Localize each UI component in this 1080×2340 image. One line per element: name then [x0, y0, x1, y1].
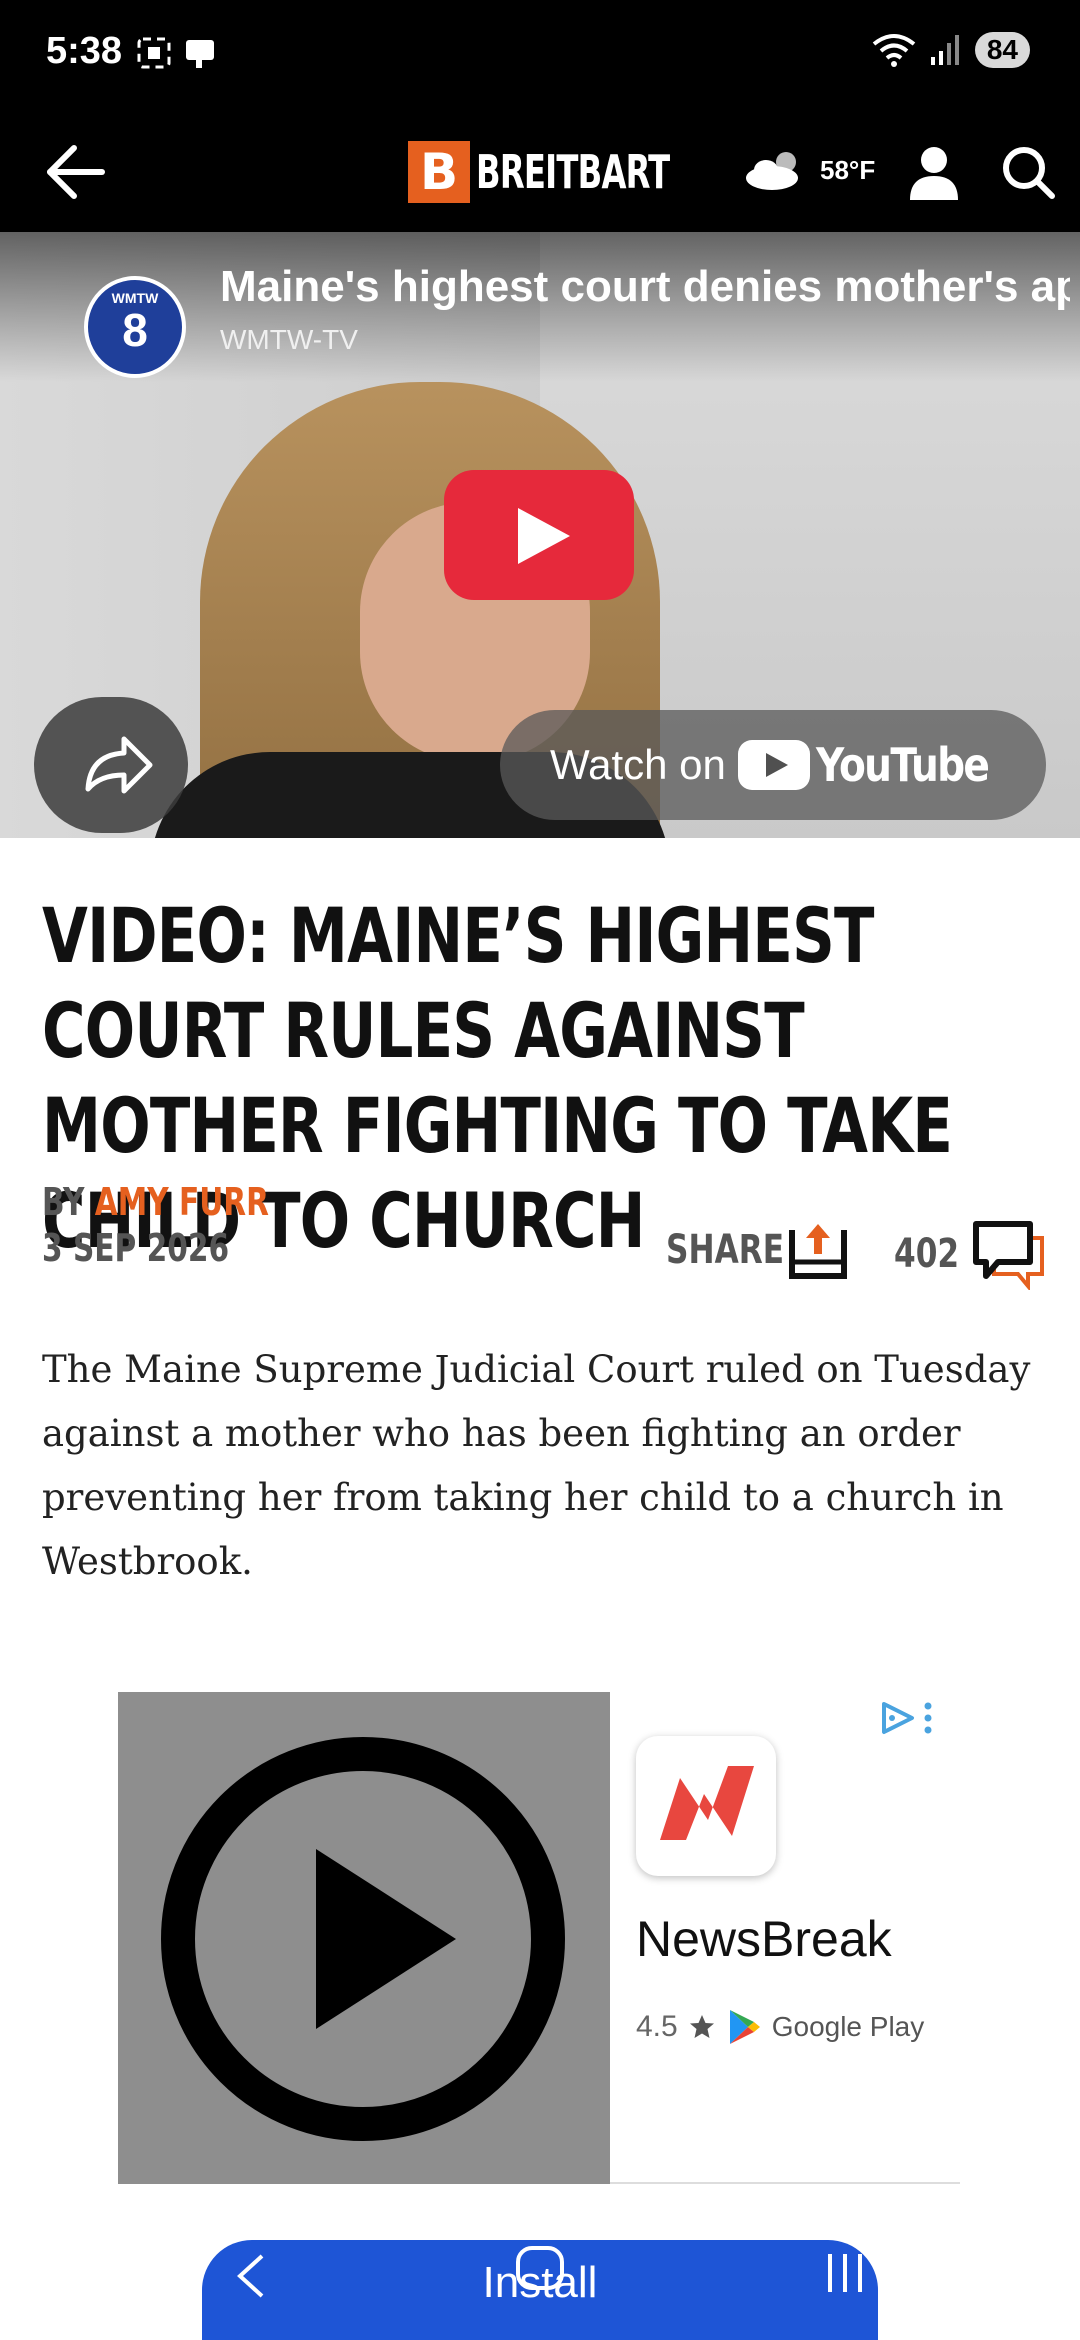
ad-app-name[interactable]: NewsBreak	[636, 1910, 892, 1968]
adchoices-icon[interactable]	[878, 1698, 938, 1738]
star-icon	[689, 2015, 714, 2038]
weather-temperature: 58°F	[820, 154, 876, 185]
account-icon[interactable]	[906, 142, 962, 202]
screenshot-icon	[137, 37, 171, 69]
comment-bubble-icon	[973, 1221, 1044, 1290]
nav-home-icon[interactable]	[512, 2242, 568, 2294]
comment-count: 402	[894, 1231, 960, 1277]
ad-video-thumbnail[interactable]	[118, 1692, 610, 2184]
comments-button[interactable]: 402	[894, 1218, 1046, 1290]
youtube-play-icon	[737, 740, 810, 790]
battery-level: 84	[974, 32, 1030, 68]
status-left-icons	[136, 36, 218, 70]
status-time: 5:38	[46, 30, 123, 72]
breitbart-logo[interactable]: B BREITBART	[408, 136, 724, 208]
google-play-icon	[729, 2010, 760, 2044]
share-arrow-icon	[85, 736, 153, 794]
publish-date: 3 SEP 2026	[42, 1226, 230, 1270]
ad-unit[interactable]: NewsBreak 4.5 Google Play	[118, 1692, 960, 2184]
video-channel-name[interactable]: WMTW-TV	[220, 324, 358, 356]
ad-play-icon	[161, 1737, 565, 2141]
logo-text: BREITBART	[476, 145, 670, 199]
status-right-icons: 84	[871, 32, 1030, 68]
back-arrow-icon[interactable]	[40, 140, 110, 204]
byline: BY AMY FURR	[42, 1180, 269, 1224]
author-link[interactable]: AMY FURR	[95, 1180, 269, 1224]
youtube-video-embed[interactable]: WMTW 8 Maine's highest court denies moth…	[0, 232, 1080, 838]
share-button[interactable]: SHARE	[666, 1218, 850, 1282]
store-name: Google Play	[771, 2011, 925, 2042]
search-icon[interactable]	[998, 142, 1058, 202]
watch-on-youtube-button[interactable]: Watch on YouTube	[500, 710, 1046, 820]
signal-icon	[930, 35, 959, 65]
article-body-paragraph: The Maine Supreme Judicial Court ruled o…	[42, 1348, 1031, 1583]
youtube-logo: YouTube	[737, 738, 1019, 792]
ad-rating: 4.5 Google Play	[636, 2008, 924, 2046]
video-title[interactable]: Maine's highest court denies mother's ap	[220, 262, 1070, 312]
youtube-wordmark: YouTube	[815, 738, 990, 792]
cloud-sun-icon	[746, 152, 798, 190]
byline-prefix: BY	[42, 1180, 85, 1224]
app-header: B BREITBART 58°F	[0, 112, 1080, 232]
watch-on-label: Watch on	[550, 741, 726, 788]
logo-mark: B	[408, 141, 470, 203]
rating-value: 4.5	[636, 2010, 678, 2043]
channel-avatar[interactable]: WMTW 8	[84, 276, 186, 378]
device-icon	[186, 40, 214, 68]
newsbreak-app-icon[interactable]	[636, 1736, 776, 1876]
share-upload-icon	[789, 1224, 847, 1279]
nav-back-icon[interactable]	[230, 2246, 270, 2306]
share-label: SHARE	[666, 1227, 785, 1273]
weather-widget[interactable]: 58°F	[740, 148, 875, 192]
wifi-icon	[872, 34, 916, 67]
status-bar: 5:38 84	[0, 0, 1080, 112]
play-button[interactable]	[444, 470, 634, 600]
install-button[interactable]: Install	[202, 2240, 878, 2340]
newsbreak-logo-icon	[660, 1766, 754, 1840]
nav-recents-icon[interactable]	[820, 2248, 870, 2298]
video-share-button[interactable]	[34, 697, 188, 833]
